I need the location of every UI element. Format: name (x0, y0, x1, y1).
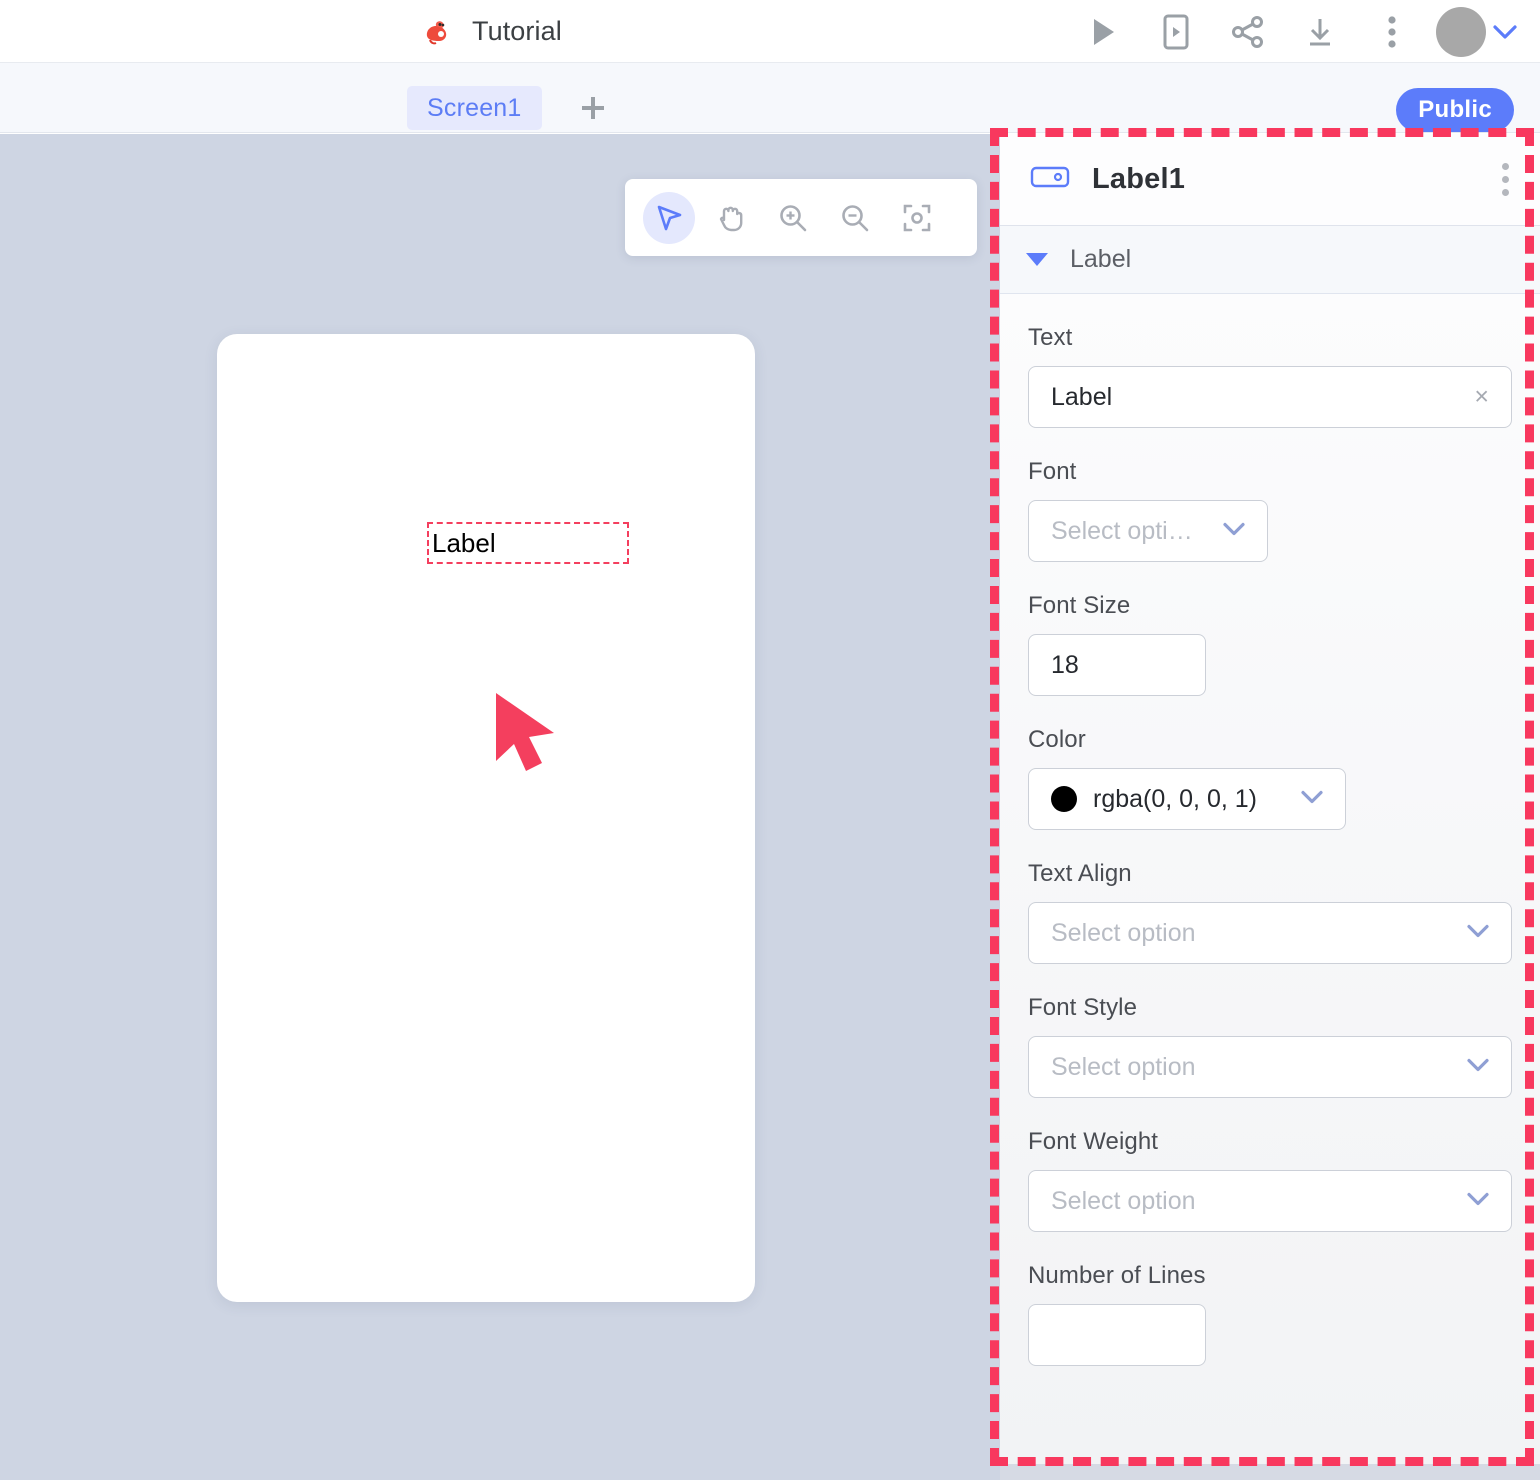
chevron-down-icon[interactable] (1486, 0, 1524, 63)
page-title: Tutorial (472, 16, 562, 46)
more-options-button[interactable] (1356, 0, 1428, 63)
add-screen-button[interactable] (573, 88, 613, 128)
properties-panel-title: Label1 (1092, 163, 1186, 195)
field-font-weight: Font Weight Select option (1028, 1128, 1512, 1232)
font-select-placeholder: Select opti… (1051, 516, 1193, 545)
app-brand: Tutorial (420, 0, 562, 63)
font-weight-placeholder: Select option (1051, 1186, 1196, 1215)
field-text-align: Text Align Select option (1028, 860, 1512, 964)
properties-list: Text Label × Font Select opti… Font Size… (1000, 324, 1540, 1366)
font-style-placeholder: Select option (1051, 1052, 1196, 1081)
screen-tab-bar (0, 63, 1540, 133)
text-align-select[interactable]: Select option (1028, 902, 1512, 964)
field-font: Font Select opti… (1028, 458, 1512, 562)
chevron-down-icon (1465, 923, 1491, 944)
text-field-label: Text (1028, 324, 1073, 351)
font-style-select[interactable]: Select option (1028, 1036, 1512, 1098)
clear-icon[interactable]: × (1474, 383, 1489, 412)
color-select[interactable]: rgba(0, 0, 0, 1) (1028, 768, 1346, 830)
canvas-label-element[interactable]: Label (427, 522, 629, 564)
color-swatch (1051, 786, 1077, 812)
select-tool[interactable] (643, 191, 695, 244)
field-text: Text Label × (1028, 324, 1512, 428)
text-align-field-label: Text Align (1028, 860, 1132, 887)
chevron-down-icon (1465, 1191, 1491, 1212)
share-button[interactable] (1212, 0, 1284, 63)
phone-preview-frame[interactable]: Label (217, 334, 755, 1302)
color-field-label: Color (1028, 726, 1086, 753)
text-input-value: Label (1051, 382, 1113, 411)
font-size-value: 18 (1051, 650, 1079, 679)
font-weight-select[interactable]: Select option (1028, 1170, 1512, 1232)
section-label-title: Label (1070, 245, 1132, 273)
field-number-of-lines: Number of Lines (1028, 1262, 1512, 1366)
properties-panel: Label1 Label Text Label × Font Select op… (1000, 134, 1540, 1464)
number-of-lines-input[interactable] (1028, 1304, 1206, 1366)
run-preview-button[interactable] (1068, 0, 1140, 63)
bird-logo-icon (420, 15, 454, 49)
chevron-down-icon (1299, 789, 1325, 810)
download-button[interactable] (1284, 0, 1356, 63)
field-font-size: Font Size 18 (1028, 592, 1512, 696)
mobile-preview-button[interactable] (1140, 0, 1212, 63)
text-align-placeholder: Select option (1051, 918, 1196, 947)
label-component-icon (1030, 164, 1070, 195)
avatar[interactable] (1436, 6, 1486, 57)
design-canvas[interactable]: Label (0, 134, 1000, 1480)
chevron-down-icon (1221, 521, 1247, 542)
field-font-style: Font Style Select option (1028, 994, 1512, 1098)
pan-tool[interactable] (705, 192, 757, 244)
canvas-label-text: Label (432, 528, 496, 558)
panel-bottom-strip (1000, 1464, 1540, 1480)
visibility-public-button[interactable]: Public (1396, 88, 1514, 132)
font-select[interactable]: Select opti… (1028, 500, 1268, 562)
font-size-field-label: Font Size (1028, 592, 1131, 619)
tab-screen1[interactable]: Screen1 (407, 86, 542, 130)
font-size-input[interactable]: 18 (1028, 634, 1206, 696)
panel-more-options-button[interactable] (1488, 158, 1522, 202)
font-style-field-label: Font Style (1028, 994, 1138, 1021)
fit-to-screen-tool[interactable] (891, 192, 943, 244)
caret-down-icon[interactable] (1026, 253, 1048, 266)
zoom-in-tool[interactable] (767, 192, 819, 244)
field-color: Color rgba(0, 0, 0, 1) (1028, 726, 1512, 830)
section-label-header[interactable]: Label (1000, 226, 1540, 294)
font-field-label: Font (1028, 458, 1077, 485)
top-bar-actions (1068, 0, 1524, 63)
app-top-bar: Tutorial (0, 0, 1540, 63)
color-value: rgba(0, 0, 0, 1) (1093, 784, 1257, 813)
text-input[interactable]: Label × (1028, 366, 1512, 428)
canvas-toolbar (625, 179, 977, 256)
properties-panel-header: Label1 (1000, 134, 1540, 226)
number-of-lines-field-label: Number of Lines (1028, 1262, 1206, 1289)
font-weight-field-label: Font Weight (1028, 1128, 1159, 1155)
chevron-down-icon (1465, 1057, 1491, 1078)
zoom-out-tool[interactable] (829, 192, 881, 244)
